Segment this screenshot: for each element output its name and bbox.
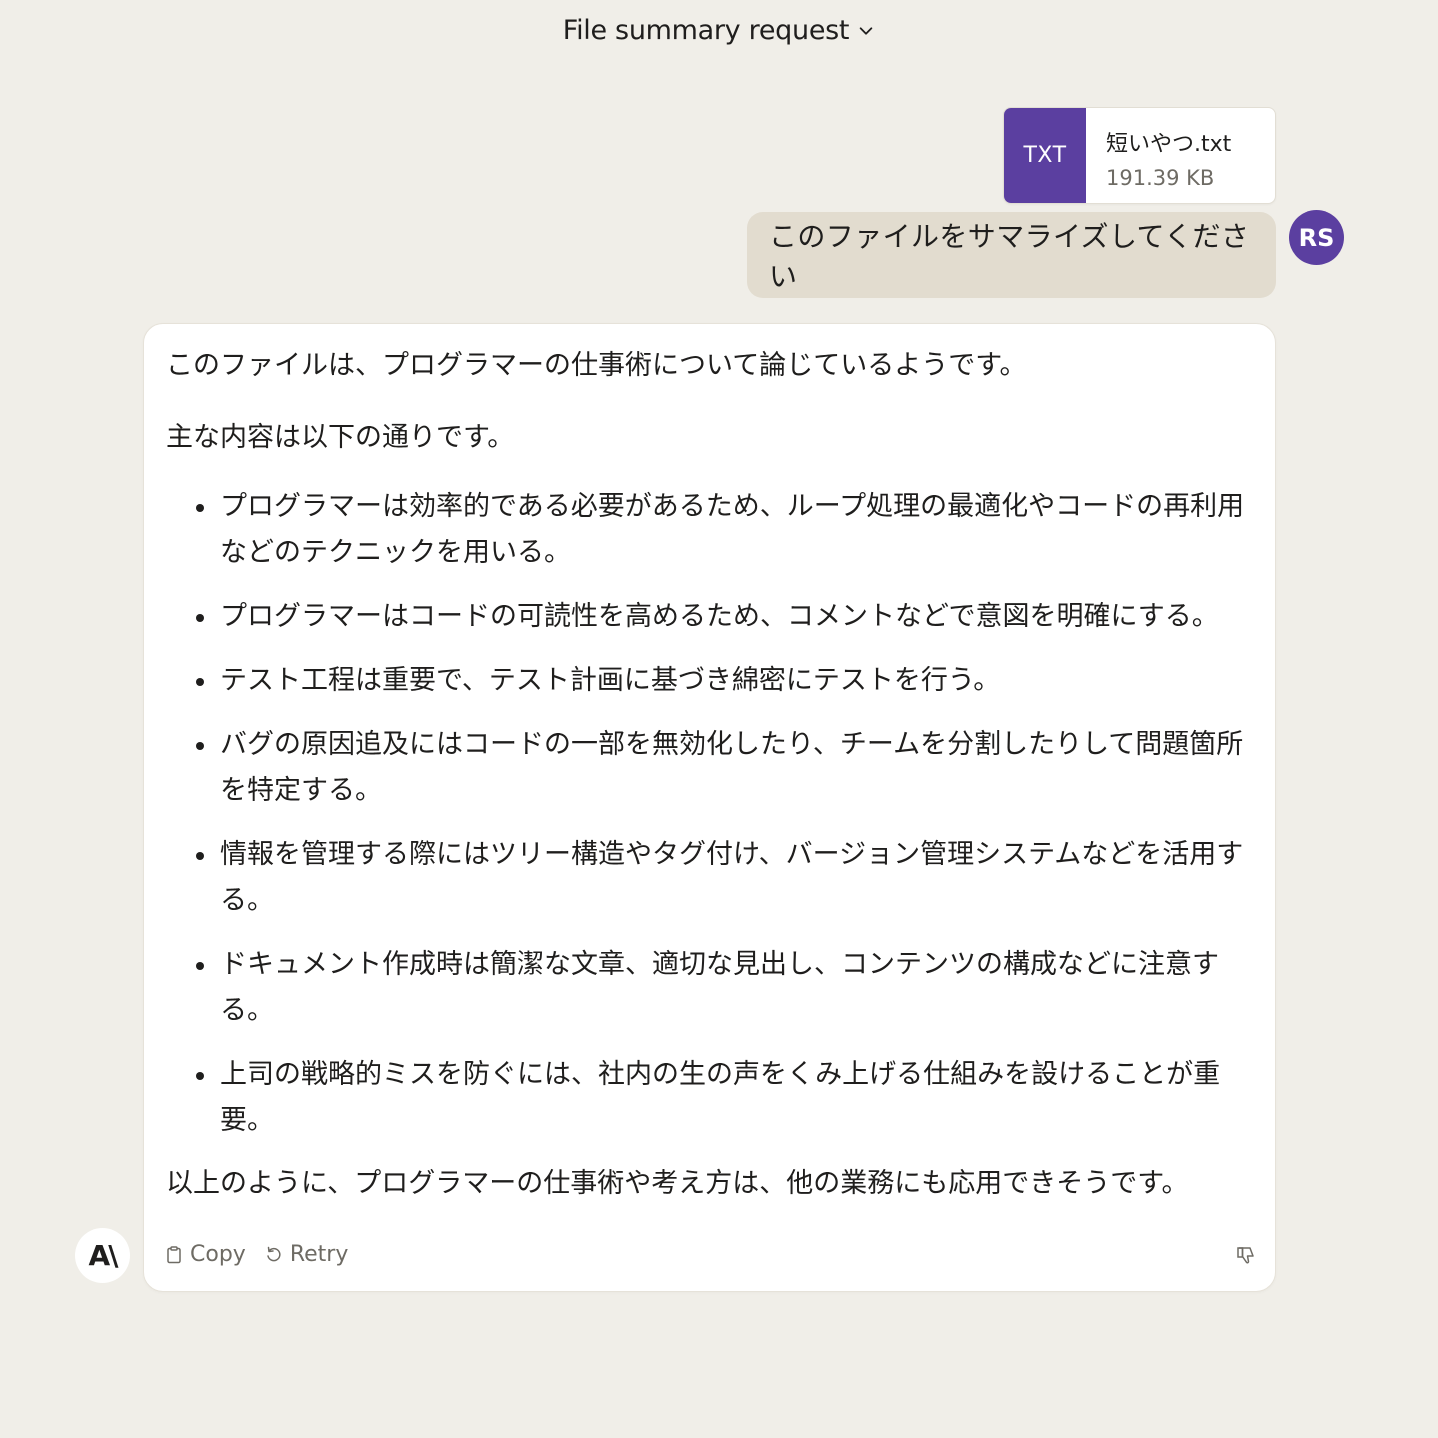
thumbs-down-icon[interactable] [1235, 1244, 1257, 1266]
retry-button[interactable]: Retry [264, 1242, 349, 1267]
file-size: 191.39 KB [1106, 166, 1215, 190]
file-type-badge: TXT [1004, 108, 1086, 203]
assistant-lead: 主な内容は以下の通りです。 [166, 422, 515, 453]
assistant-conclusion: 以上のように、プログラマーの仕事術や考え方は、他の業務にも応用できそうです。 [166, 1168, 1189, 1199]
assistant-avatar: A\ [75, 1228, 130, 1283]
user-message: このファイルをサマライズしてください [747, 212, 1276, 298]
list-item: バグの原因追及にはコードの一部を無効化したり、チームを分割したりして問題箇所を特… [166, 722, 1253, 814]
user-message-row: このファイルをサマライズしてください [747, 212, 1276, 298]
list-item: テスト工程は重要で、テスト計画に基づき綿密にテストを行う。 [166, 658, 1253, 704]
chevron-down-icon[interactable] [857, 22, 875, 40]
file-info: 短いやつ.txt 191.39 KB [1086, 108, 1231, 203]
copy-label: Copy [190, 1242, 246, 1267]
assistant-intro: このファイルは、プログラマーの仕事術について論じているようです。 [166, 350, 1027, 381]
user-avatar: RS [1289, 210, 1344, 265]
message-actions: Copy Retry [164, 1242, 348, 1267]
list-item: プログラマーはコードの可読性を高めるため、コメントなどで意図を明確にする。 [166, 594, 1253, 640]
file-name: 短いやつ.txt [1106, 132, 1232, 157]
list-item: プログラマーは効率的である必要があるため、ループ処理の最適化やコードの再利用など… [166, 484, 1253, 576]
copy-button[interactable]: Copy [164, 1242, 246, 1267]
anthropic-logo: A\ [88, 1239, 119, 1272]
summary-list: プログラマーは効率的である必要があるため、ループ処理の最適化やコードの再利用など… [166, 484, 1253, 1144]
retry-icon [267, 1246, 281, 1261]
list-item: 情報を管理する際にはツリー構造やタグ付け、バージョン管理システムなどを活用する。 [166, 832, 1253, 924]
clipboard-icon [167, 1245, 181, 1263]
conversation-title[interactable]: File summary request [563, 15, 850, 46]
conversation-header[interactable]: File summary request [0, 8, 1438, 52]
chat-page: File summary request TXT 短いやつ.txt 191.39… [0, 0, 1438, 1438]
retry-label: Retry [289, 1242, 349, 1267]
assistant-message: このファイルは、プログラマーの仕事術について論じているようです。 主な内容は以下… [143, 323, 1276, 1292]
file-attachment[interactable]: TXT 短いやつ.txt 191.39 KB [1003, 107, 1276, 204]
list-item: ドキュメント作成時は簡潔な文章、適切な見出し、コンテンツの構成などに注意する。 [166, 942, 1253, 1034]
list-item: 上司の戦略的ミスを防ぐには、社内の生の声をくみ上げる仕組みを設けることが重要。 [166, 1052, 1253, 1144]
